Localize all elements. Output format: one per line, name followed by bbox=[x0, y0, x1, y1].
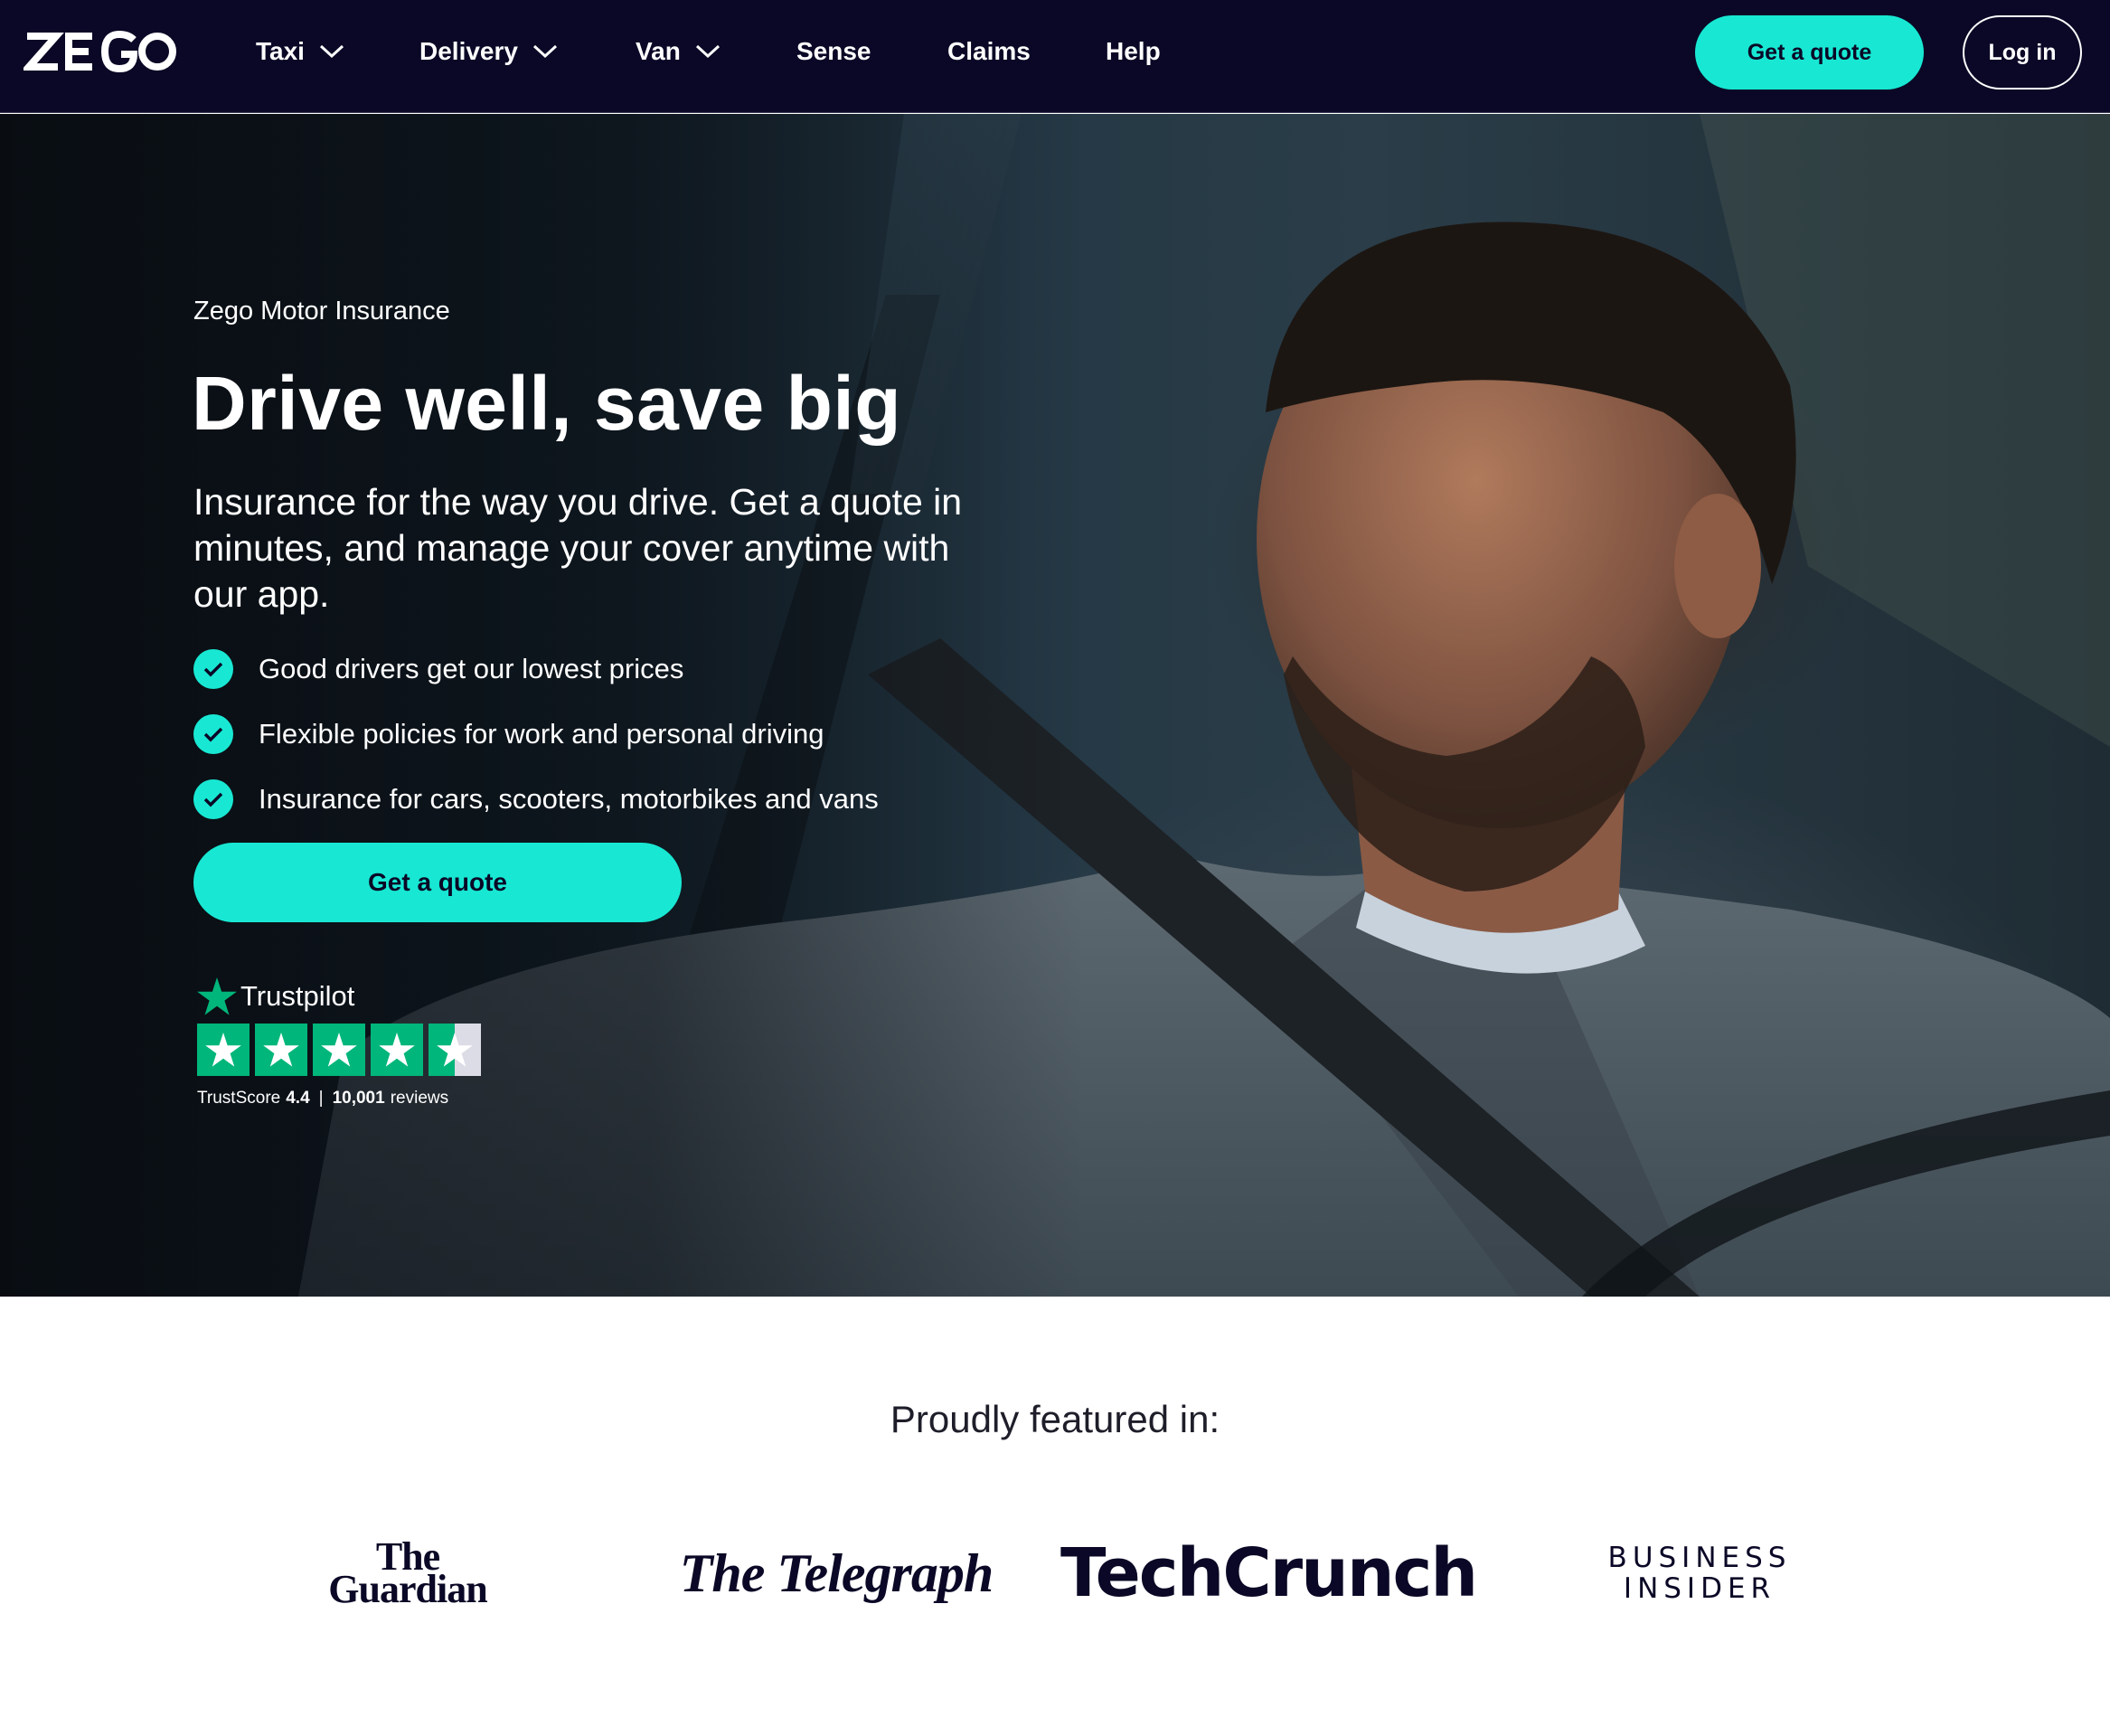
hero-subheadline: Insurance for the way you drive. Get a q… bbox=[193, 481, 963, 615]
get-quote-nav-button[interactable]: Get a quote bbox=[1695, 15, 1924, 90]
trustscore-label: TrustScore bbox=[197, 1089, 281, 1108]
benefit-list: Good drivers get our lowest prices Flexi… bbox=[193, 637, 879, 832]
bi-logo-line1: BUSINESS bbox=[1607, 1542, 1792, 1574]
trustscore-value: 4.4 bbox=[286, 1089, 310, 1108]
nav-item-label: Help bbox=[1106, 37, 1161, 65]
benefit-item: Flexible policies for work and personal … bbox=[193, 702, 879, 767]
techcrunch-logo: TechCrunch bbox=[1060, 1534, 1478, 1612]
guardian-logo: The Guardian bbox=[322, 1537, 494, 1609]
login-button[interactable]: Log in bbox=[1963, 15, 2082, 90]
benefit-item: Good drivers get our lowest prices bbox=[193, 637, 879, 702]
check-icon bbox=[193, 779, 233, 819]
nav-item-van[interactable]: Van bbox=[636, 33, 721, 71]
telegraph-logo: The Telegraph bbox=[679, 1543, 994, 1603]
benefit-text: Insurance for cars, scooters, motorbikes… bbox=[259, 783, 879, 815]
benefit-text: Flexible policies for work and personal … bbox=[259, 718, 824, 750]
check-icon bbox=[193, 714, 233, 754]
hero-headline: Drive well, save big bbox=[192, 361, 902, 446]
zego-logo[interactable] bbox=[21, 30, 177, 73]
hero-section: Zego Motor Insurance Drive well, save bi… bbox=[0, 114, 2110, 1297]
business-insider-logo: BUSINESS INSIDER bbox=[1607, 1537, 1792, 1609]
trustpilot-star-icon bbox=[371, 1024, 423, 1076]
trustpilot-rating-stars bbox=[197, 1024, 486, 1076]
trustpilot-star-icon bbox=[313, 1024, 365, 1076]
trustpilot-star-icon bbox=[255, 1024, 307, 1076]
benefit-item: Insurance for cars, scooters, motorbikes… bbox=[193, 767, 879, 832]
nav-item-label: Sense bbox=[796, 37, 871, 65]
get-quote-hero-button[interactable]: Get a quote bbox=[193, 843, 682, 922]
trustpilot-brand: Trustpilot bbox=[197, 976, 486, 1016]
nav-item-delivery[interactable]: Delivery bbox=[419, 33, 558, 71]
nav-item-label: Taxi bbox=[256, 37, 305, 65]
trustpilot-brand-label: Trustpilot bbox=[240, 980, 355, 1012]
bi-logo-line2: INSIDER bbox=[1623, 1572, 1776, 1605]
trustpilot-star-icon bbox=[197, 977, 237, 1015]
check-icon bbox=[193, 649, 233, 689]
benefit-text: Good drivers get our lowest prices bbox=[259, 653, 684, 684]
nav-item-claims[interactable]: Claims bbox=[947, 33, 1031, 71]
featured-title: Proudly featured in: bbox=[890, 1398, 1220, 1440]
trustpilot-star-icon bbox=[197, 1024, 250, 1076]
chevron-down-icon bbox=[695, 44, 720, 59]
nav-item-label: Claims bbox=[947, 37, 1031, 65]
trustpilot-half-star-icon bbox=[429, 1024, 481, 1076]
nav-item-help[interactable]: Help bbox=[1106, 33, 1161, 71]
nav-item-label: Delivery bbox=[419, 37, 518, 65]
nav-item-taxi[interactable]: Taxi bbox=[256, 33, 344, 71]
top-nav: Taxi Delivery Van Sense Claims Help Get … bbox=[0, 0, 2110, 113]
review-label: reviews bbox=[390, 1089, 449, 1108]
chevron-down-icon bbox=[532, 44, 557, 59]
nav-item-sense[interactable]: Sense bbox=[796, 33, 871, 71]
trustscore-separator: | bbox=[318, 1089, 324, 1108]
review-count: 10,001 bbox=[332, 1089, 385, 1108]
hero-eyebrow: Zego Motor Insurance bbox=[193, 297, 450, 326]
guardian-logo-line2: Guardian bbox=[328, 1567, 487, 1611]
trustpilot-widget[interactable]: Trustpilot TrustScore 4.4 | 10,001 revie… bbox=[197, 976, 486, 1109]
trustpilot-score-line: TrustScore 4.4 | 10,001 reviews bbox=[197, 1089, 486, 1109]
nav-item-label: Van bbox=[636, 37, 681, 65]
chevron-down-icon bbox=[319, 44, 344, 59]
